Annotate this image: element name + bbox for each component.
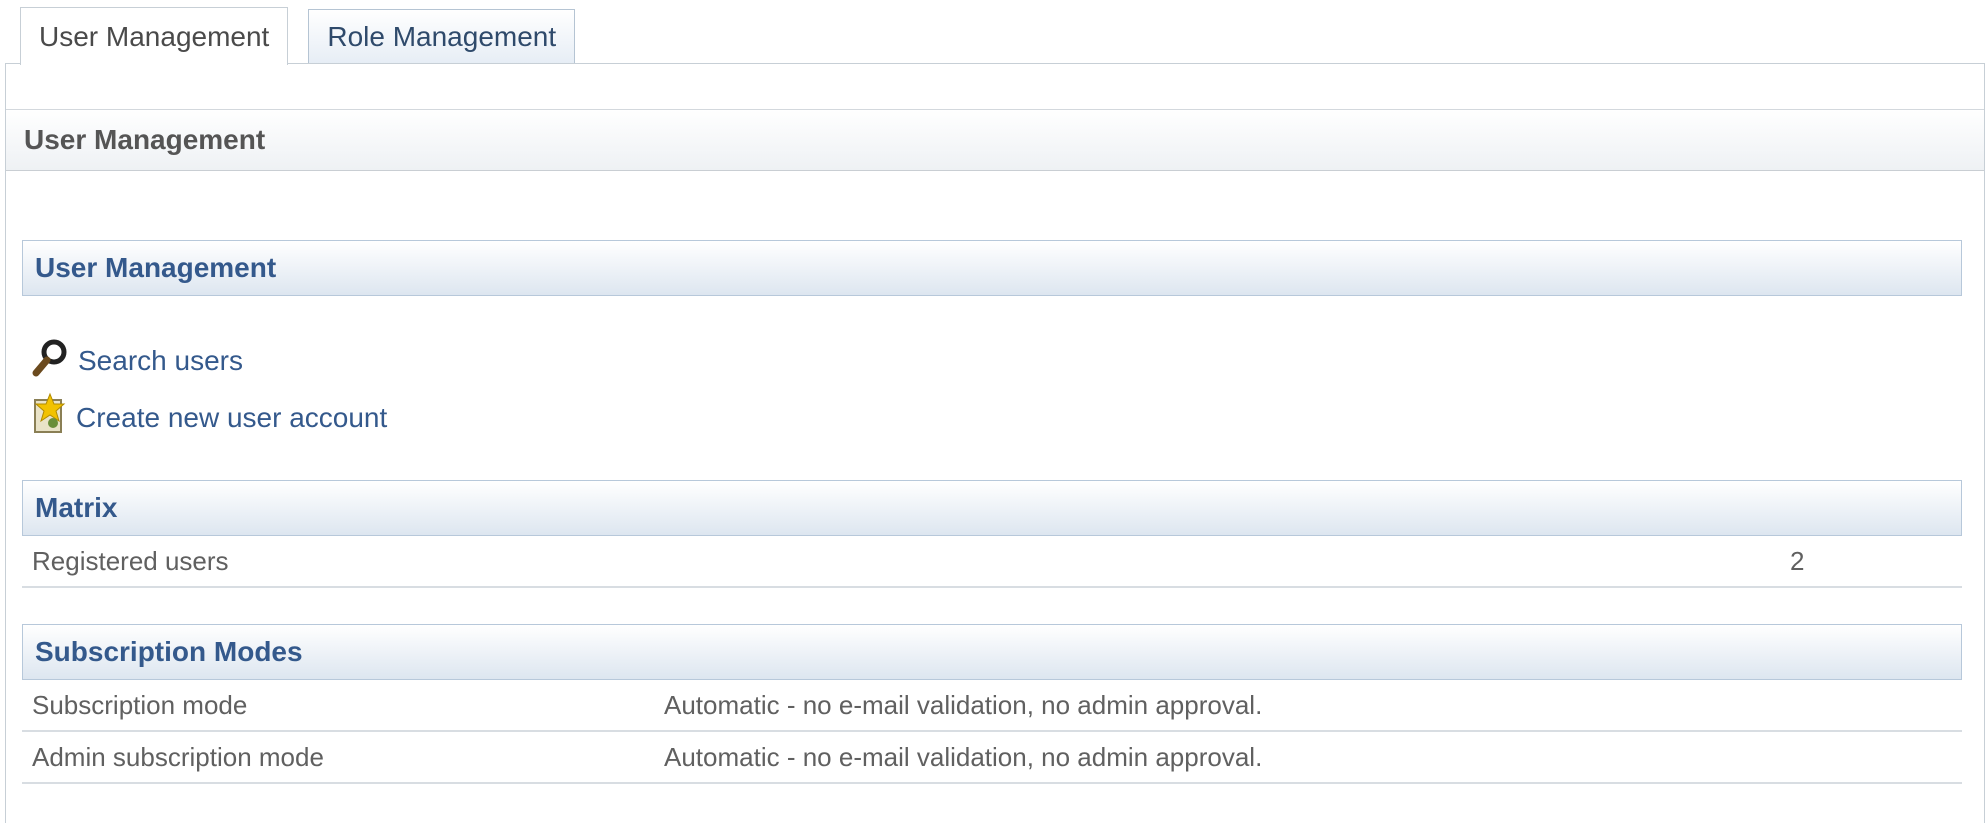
admin-subscription-mode-row: Admin subscription mode Automatic - no e… <box>22 734 1962 784</box>
row-label: Admin subscription mode <box>32 742 324 772</box>
search-users-label: Search users <box>78 344 243 376</box>
create-user-label: Create new user account <box>76 401 388 433</box>
subscription-mode-row: Subscription mode Automatic - no e-mail … <box>22 682 1962 732</box>
row-label: Registered users <box>32 546 229 576</box>
tab-user-management[interactable]: User Management <box>20 7 289 65</box>
section-title: Subscription Modes <box>35 636 303 667</box>
registered-users-row: Registered users 2 <box>22 538 1962 588</box>
row-label: Subscription mode <box>32 690 248 720</box>
section-title: User Management <box>35 252 277 283</box>
registered-users-count: 2 <box>1790 546 1805 576</box>
search-users-link[interactable]: Search users <box>30 336 243 385</box>
panel-title: User Management <box>6 109 1984 171</box>
new-user-icon <box>30 392 76 443</box>
search-icon <box>30 336 78 385</box>
section-title: Matrix <box>35 492 118 523</box>
section-matrix: Matrix <box>22 480 1962 536</box>
row-value: Automatic - no e-mail validation, no adm… <box>664 742 1263 772</box>
section-subscription-modes: Subscription Modes <box>22 624 1962 680</box>
tab-role-management[interactable]: Role Management <box>308 9 576 64</box>
section-user-management: User Management <box>22 240 1962 296</box>
row-value: Automatic - no e-mail validation, no adm… <box>664 690 1263 720</box>
tab-bar: User Management Role Management <box>20 7 595 65</box>
create-user-link[interactable]: Create new user account <box>30 392 387 443</box>
